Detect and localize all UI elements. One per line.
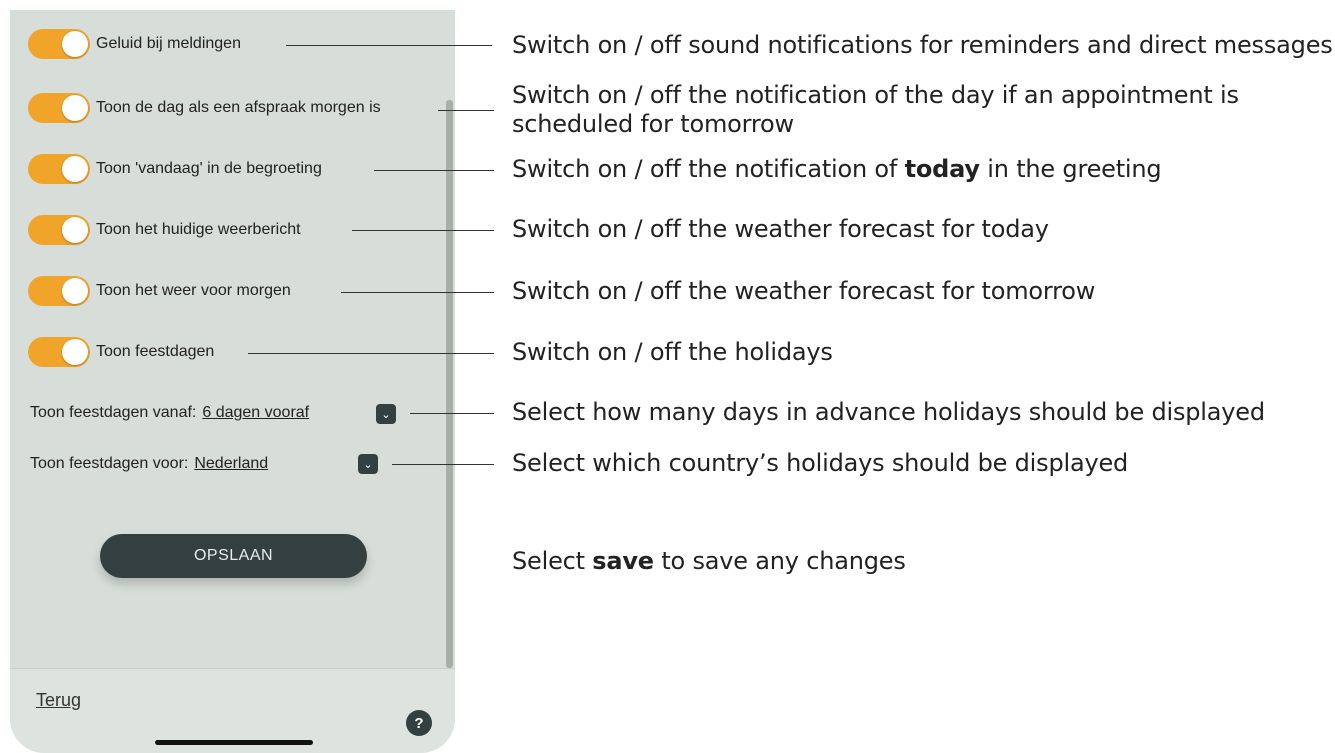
toggle-knob xyxy=(62,31,88,57)
toggle-row-weather-today: Toon het huidige weerbericht xyxy=(28,215,301,245)
annotation-save-post: to save any changes xyxy=(653,547,906,575)
toggle-knob xyxy=(62,217,88,243)
help-icon[interactable]: ? xyxy=(406,710,432,736)
toggle-label: Geluid bij meldingen xyxy=(96,35,241,52)
connector-line xyxy=(286,45,492,46)
holidays-country-value[interactable]: Nederland xyxy=(194,455,268,473)
connector-line xyxy=(392,464,494,465)
toggle-row-weather-tomorrow: Toon het weer voor morgen xyxy=(28,276,291,306)
save-button[interactable]: OPSLAAN xyxy=(100,534,367,578)
annotation-save-pre: Select xyxy=(512,547,593,575)
connector-line xyxy=(248,353,494,354)
scrollbar[interactable] xyxy=(446,100,453,668)
annotation-save-bold: save xyxy=(592,547,654,575)
toggle-label: Toon de dag als een afspraak morgen is xyxy=(96,99,381,116)
connector-line xyxy=(352,230,494,231)
connector-line xyxy=(438,110,494,111)
annotation-days-advance: Select how many days in advance holidays… xyxy=(512,398,1265,426)
annotation-country: Select which country’s holidays should b… xyxy=(512,449,1129,477)
toggle-knob xyxy=(62,95,88,121)
holidays-toggle[interactable] xyxy=(28,337,90,367)
annotation-today-pre: Switch on / off the notification of xyxy=(512,155,905,183)
toggle-row-today: Toon 'vandaag' in de begroeting xyxy=(28,154,322,184)
annotation-tomorrow-line2: scheduled for tomorrow xyxy=(512,110,794,138)
annotation-weather-tomorrow: Switch on / off the weather forecast for… xyxy=(512,277,1096,305)
toggle-knob xyxy=(62,156,88,182)
annotation-holidays: Switch on / off the holidays xyxy=(512,338,833,366)
holidays-from-row: Toon feestdagen vanaf: 6 dagen vooraf xyxy=(30,404,309,422)
toggle-label: Toon feestdagen xyxy=(96,343,215,360)
holidays-from-value[interactable]: 6 dagen vooraf xyxy=(202,404,309,422)
weather-tomorrow-toggle[interactable] xyxy=(28,276,90,306)
annotation-tomorrow: Switch on / off the notification of the … xyxy=(512,81,1239,139)
annotation-save: Select save to save any changes xyxy=(512,547,906,576)
annotation-today-post: in the greeting xyxy=(979,155,1162,183)
sound-notifications-toggle[interactable] xyxy=(28,29,90,59)
toggle-label: Toon het huidige weerbericht xyxy=(96,221,301,238)
holidays-from-label: Toon feestdagen vanaf: xyxy=(30,404,197,421)
toggle-knob xyxy=(62,339,88,365)
connector-line xyxy=(374,170,494,171)
toggle-knob xyxy=(62,278,88,304)
toggle-label: Toon het weer voor morgen xyxy=(96,282,291,299)
annotation-sound: Switch on / off sound notifications for … xyxy=(512,31,1333,59)
back-link[interactable]: Terug xyxy=(36,690,81,711)
holidays-country-row: Toon feestdagen voor: Nederland xyxy=(30,455,268,473)
connector-line xyxy=(341,292,494,293)
holidays-country-chevron-down-icon[interactable]: ⌄ xyxy=(358,454,378,474)
today-greeting-toggle[interactable] xyxy=(28,154,90,184)
toggle-label: Toon 'vandaag' in de begroeting xyxy=(96,160,322,177)
holidays-from-chevron-down-icon[interactable]: ⌄ xyxy=(376,404,396,424)
annotation-tomorrow-line1: Switch on / off the notification of the … xyxy=(512,81,1239,109)
toggle-row-sound: Geluid bij meldingen xyxy=(28,29,241,59)
connector-line xyxy=(410,413,494,414)
holidays-country-label: Toon feestdagen voor: xyxy=(30,455,189,472)
annotation-today-bold: today xyxy=(904,155,980,183)
annotation-weather-today: Switch on / off the weather forecast for… xyxy=(512,215,1049,243)
toggle-row-holidays: Toon feestdagen xyxy=(28,337,214,367)
weather-today-toggle[interactable] xyxy=(28,215,90,245)
annotation-today: Switch on / off the notification of toda… xyxy=(512,155,1162,184)
toggle-row-tomorrow: Toon de dag als een afspraak morgen is xyxy=(28,93,381,123)
tomorrow-appointment-toggle[interactable] xyxy=(28,93,90,123)
home-indicator xyxy=(155,740,313,745)
